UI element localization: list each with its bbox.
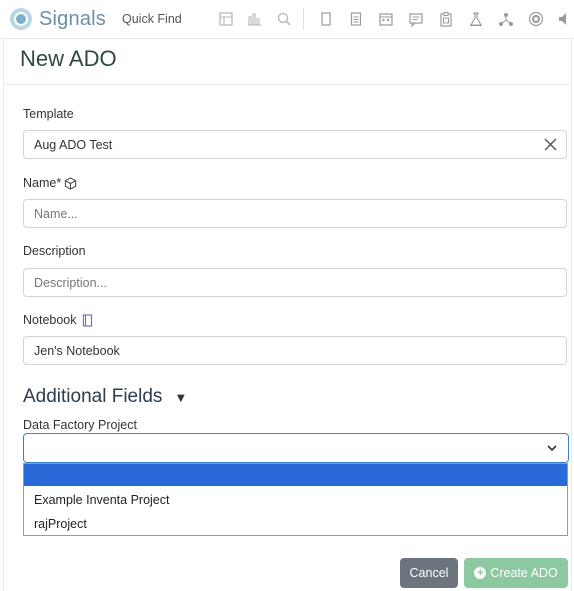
page-title: New ADO — [20, 46, 117, 71]
network-icon[interactable] — [498, 11, 514, 27]
title-divider — [4, 84, 570, 85]
create-ado-button[interactable]: + Create ADO — [464, 558, 568, 588]
chevron-down-icon — [547, 445, 557, 452]
notebook-value: Jen's Notebook — [34, 343, 120, 358]
collapse-toggle-icon[interactable]: ▼ — [177, 393, 185, 404]
target-icon[interactable] — [528, 11, 544, 27]
clipboard-icon[interactable] — [438, 11, 454, 27]
dropdown-option[interactable]: Example Inventa Project — [24, 489, 567, 511]
lab-icon[interactable] — [468, 11, 484, 27]
plus-circle-icon: + — [474, 567, 487, 579]
signals-logo-icon — [10, 8, 32, 30]
cancel-button[interactable]: Cancel — [400, 558, 458, 588]
template-label: Template — [23, 107, 74, 121]
top-navbar: Signals Quick Find — [0, 0, 574, 39]
description-input[interactable] — [23, 268, 567, 297]
brand-name: Signals — [39, 7, 106, 30]
description-label: Description — [23, 244, 86, 258]
additional-fields-heading: Additional Fields — [23, 386, 163, 407]
message-icon[interactable] — [408, 11, 424, 27]
notebook-icon — [82, 313, 92, 327]
document-icon[interactable] — [348, 11, 364, 27]
brand[interactable]: Signals — [9, 6, 106, 32]
name-label: Name* — [23, 176, 62, 190]
quick-find-link[interactable]: Quick Find — [122, 12, 182, 26]
name-label-group: Name* — [23, 176, 77, 190]
nav-separator — [303, 8, 304, 30]
data-factory-label: Data Factory Project — [23, 418, 137, 432]
name-input[interactable] — [23, 199, 567, 228]
cube-icon — [65, 176, 77, 190]
notebook-icon[interactable] — [318, 11, 334, 27]
cancel-label: Cancel — [409, 566, 449, 580]
search-icon[interactable] — [276, 11, 292, 27]
dropdown-option-blank[interactable] — [24, 464, 567, 486]
create-label: Create ADO — [490, 566, 558, 580]
audio-icon[interactable] — [556, 11, 572, 27]
data-factory-dropdown: Example Inventa Project rajProject — [23, 463, 568, 536]
notebook-label: Notebook — [23, 313, 77, 327]
notebook-label-group: Notebook — [23, 313, 93, 327]
notebook-select[interactable]: Jen's Notebook — [23, 336, 567, 365]
dropdown-option[interactable]: rajProject — [24, 513, 567, 535]
template-select[interactable]: Aug ADO Test — [23, 130, 567, 159]
dashboard-icon[interactable] — [218, 11, 234, 27]
calendar-icon[interactable] — [378, 11, 394, 27]
data-factory-select[interactable] — [23, 433, 569, 463]
chart-icon[interactable] — [246, 11, 262, 27]
template-value: Aug ADO Test — [34, 137, 113, 152]
clear-icon[interactable] — [543, 137, 558, 152]
